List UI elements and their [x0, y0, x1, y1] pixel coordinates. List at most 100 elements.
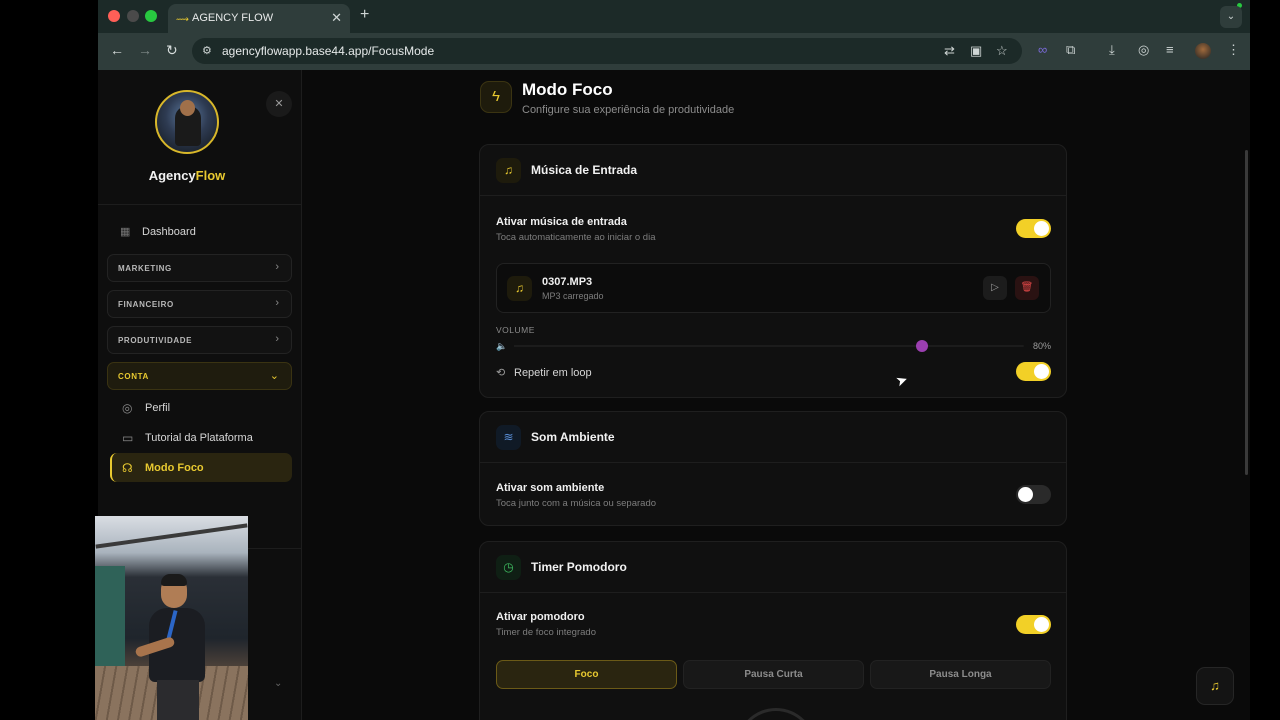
menu-kebab-icon[interactable]: ⋮: [1227, 42, 1240, 58]
chevron-right-icon: ›: [275, 261, 279, 273]
brand-prefix: Agency: [148, 168, 196, 183]
setting-description: Timer de foco integrado: [496, 627, 596, 638]
minimize-window-button[interactable]: [127, 10, 139, 22]
pomodoro-card: ◷ Timer Pomodoro Ativar pomodoro Timer d…: [479, 541, 1067, 720]
sidebar-group-financeiro[interactable]: FINANCEIRO ›: [107, 290, 292, 318]
address-bar[interactable]: ⚙ agencyflowapp.base44.app/FocusMode ⇄ ▣…: [192, 38, 1022, 64]
volume-thumb[interactable]: [916, 340, 928, 352]
music-fab-button[interactable]: ♫: [1196, 667, 1234, 705]
grid-icon: ▦: [120, 226, 131, 238]
card-header: ◷ Timer Pomodoro: [480, 542, 1066, 593]
book-icon: ▭: [122, 431, 134, 445]
setting-title: Ativar pomodoro: [496, 611, 585, 623]
new-tab-icon[interactable]: +: [360, 6, 369, 24]
browser-window: ⟿ AGENCY FLOW ✕ + ⌄ ← → ↻ ⚙ agencyflowap…: [98, 0, 1250, 720]
music-card: ♫ Música de Entrada Ativar música de ent…: [479, 144, 1067, 398]
webcam-overlay: [95, 516, 248, 720]
card-header: ≋ Som Ambiente: [480, 412, 1066, 463]
url-text: agencyflowapp.base44.app/FocusMode: [222, 44, 435, 58]
ambient-toggle[interactable]: [1016, 485, 1051, 504]
divider: [98, 204, 302, 205]
pomodoro-toggle[interactable]: [1016, 615, 1051, 634]
file-status: MP3 carregado: [542, 291, 604, 301]
profile-avatar-icon[interactable]: [1195, 43, 1211, 59]
cam-person-legs: [157, 680, 199, 720]
extensions-puzzle-icon[interactable]: ⧉: [1066, 42, 1075, 58]
volume-fill: [514, 345, 922, 347]
lightning-icon: ϟ: [480, 81, 512, 113]
cam-wall: [95, 566, 125, 666]
reload-icon[interactable]: ↻: [166, 42, 178, 59]
tab-strip: ⟿ AGENCY FLOW ✕ + ⌄: [98, 0, 1250, 33]
performance-icon[interactable]: ◎: [1138, 42, 1149, 58]
loop-toggle[interactable]: [1016, 362, 1051, 381]
browser-toolbar: ← → ↻ ⚙ agencyflowapp.base44.app/FocusMo…: [98, 33, 1250, 70]
mode-pausa-curta-button[interactable]: Pausa Curta: [683, 660, 864, 689]
card-title: Som Ambiente: [531, 430, 615, 444]
tab-close-icon[interactable]: ✕: [331, 10, 342, 26]
music-toggle[interactable]: [1016, 219, 1051, 238]
repeat-icon: ⟲: [496, 367, 506, 379]
cam-beam: [95, 523, 248, 549]
chevron-right-icon: ›: [275, 333, 279, 345]
music-note-icon: ♫: [496, 158, 521, 183]
volume-value: 80%: [1032, 341, 1051, 351]
play-button[interactable]: ▷: [983, 276, 1007, 300]
page-subtitle: Configure sua experiência de produtivida…: [522, 104, 735, 116]
maximize-window-button[interactable]: [145, 10, 157, 22]
forward-arrow-icon[interactable]: →: [138, 42, 152, 58]
volume-slider[interactable]: [514, 340, 1024, 352]
setting-title: Ativar som ambiente: [496, 482, 605, 494]
user-circle-icon: ◎: [122, 401, 133, 415]
card-title: Música de Entrada: [531, 163, 638, 177]
page-title: Modo Foco: [522, 80, 613, 99]
mode-pausa-longa-button[interactable]: Pausa Longa: [870, 660, 1051, 689]
download-icon[interactable]: ⤓: [1109, 42, 1115, 58]
card-title: Timer Pomodoro: [531, 560, 627, 574]
browser-tab[interactable]: ⟿ AGENCY FLOW ✕: [168, 4, 350, 33]
sidebar-item-label: Dashboard: [142, 226, 196, 238]
toggle-knob: [1018, 487, 1033, 502]
headphones-icon: ☊: [122, 461, 133, 475]
app-root: ✕ AgencyFlow ▦ Dashboard MARKETING › FIN…: [98, 70, 1250, 720]
sidebar-group-marketing[interactable]: MARKETING ›: [107, 254, 292, 282]
group-label: FINANCEIRO: [118, 300, 174, 309]
setting-description: Toca automaticamente ao iniciar o dia: [496, 232, 656, 243]
sidebar-item-label: Modo Foco: [145, 462, 204, 474]
tab-search-icon[interactable]: ⌄: [1220, 6, 1242, 28]
translate-icon[interactable]: ⇄: [944, 43, 955, 59]
brand-accent: Flow: [195, 168, 226, 183]
scrollbar[interactable]: [1245, 150, 1248, 475]
tab-title: AGENCY FLOW: [192, 12, 274, 24]
card-header: ♫ Música de Entrada: [480, 145, 1066, 196]
group-label: CONTA: [118, 372, 149, 381]
volume-icon: 🔈: [496, 341, 508, 351]
main-content: ϟ Modo Foco Configure sua experiência de…: [303, 70, 1250, 720]
bookmark-star-icon[interactable]: ☆: [996, 43, 1008, 59]
media-controls-icon[interactable]: ≡: [1166, 42, 1174, 57]
back-arrow-icon[interactable]: ←: [110, 42, 124, 58]
timer-icon: ◷: [496, 555, 521, 580]
chevron-down-icon: ⌄: [269, 370, 279, 382]
sidebar-item-label: Perfil: [145, 402, 171, 414]
close-window-button[interactable]: [108, 10, 120, 22]
close-sidebar-icon[interactable]: ✕: [266, 91, 292, 117]
setting-description: Toca junto com a música ou separado: [496, 498, 657, 509]
extension-icon[interactable]: ∞: [1038, 42, 1047, 57]
ambient-card: ≋ Som Ambiente Ativar som ambiente Toca …: [479, 411, 1067, 526]
favicon-icon: ⟿: [176, 14, 189, 24]
screen: ⟿ AGENCY FLOW ✕ + ⌄ ← → ↻ ⚙ agencyflowap…: [0, 0, 1280, 720]
mode-foco-button[interactable]: Foco: [496, 660, 677, 689]
chevron-right-icon: ›: [275, 297, 279, 309]
timer-ring: [736, 708, 816, 720]
toggle-knob: [1034, 221, 1049, 236]
loop-label: Repetir em loop: [514, 367, 592, 379]
sidebar-group-conta[interactable]: CONTA ⌄: [107, 362, 292, 390]
sidebar-item-modo-foco[interactable]: ☊ Modo Foco: [110, 453, 292, 482]
group-label: MARKETING: [118, 264, 172, 273]
delete-button[interactable]: 🗑: [1015, 276, 1039, 300]
install-app-icon[interactable]: ▣: [970, 43, 982, 59]
sidebar-group-produtividade[interactable]: PRODUTIVIDADE ›: [107, 326, 292, 354]
site-info-icon[interactable]: ⚙: [202, 44, 212, 57]
chevron-down-icon[interactable]: ⌄: [274, 678, 282, 689]
